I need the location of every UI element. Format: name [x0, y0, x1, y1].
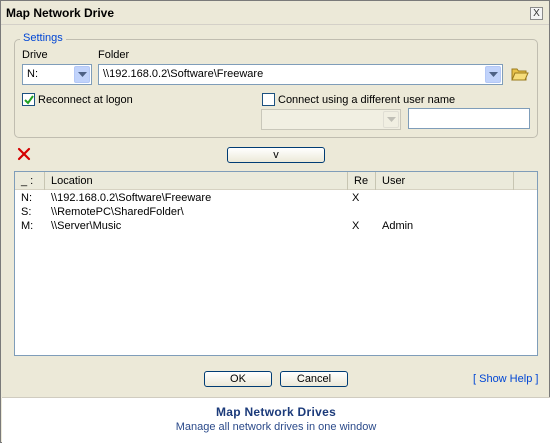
close-icon: X — [533, 8, 540, 19]
toggle-details-button[interactable]: v — [227, 147, 325, 163]
folder-combo[interactable]: \\192.168.0.2\Software\Freeware — [98, 64, 503, 85]
row-user: Admin — [382, 220, 414, 232]
map-network-drive-window: Map Network Drive X Settings Drive Folde… — [0, 0, 550, 443]
drive-select[interactable]: N: — [22, 64, 92, 85]
drive-label: Drive — [22, 49, 48, 61]
username-select[interactable] — [261, 109, 401, 130]
mappings-list[interactable]: _ : Location Re User N: \\192.168.0.2\So… — [14, 171, 538, 356]
table-row[interactable]: S: \\RemotePC\SharedFolder\ — [15, 206, 537, 220]
footer-title: Map Network Drives — [215, 405, 337, 419]
toggle-details-label: v — [273, 149, 279, 161]
folder-label: Folder — [98, 49, 130, 61]
different-user-checkbox[interactable] — [262, 93, 275, 106]
list-header: _ : Location Re User — [15, 172, 537, 190]
different-user-label[interactable]: Connect using a different user name — [278, 94, 455, 106]
row-location: \\RemotePC\SharedFolder\ — [51, 206, 184, 218]
table-row[interactable]: N: \\192.168.0.2\Software\Freeware X — [15, 192, 537, 206]
column-drive[interactable]: _ : — [15, 172, 45, 190]
browse-folder-icon[interactable] — [511, 66, 529, 82]
column-reconnect[interactable]: Re — [348, 172, 376, 190]
footer-subtitle: Manage all network drives in one window — [175, 421, 377, 433]
drive-select-value: N: — [27, 68, 38, 80]
chevron-down-icon — [383, 111, 399, 128]
row-reconnect: X — [352, 192, 360, 204]
cancel-button[interactable]: Cancel — [280, 371, 348, 387]
delete-mapping-icon[interactable] — [17, 147, 31, 161]
settings-legend: Settings — [20, 32, 66, 44]
close-button[interactable]: X — [530, 7, 543, 20]
table-row[interactable]: M: \\Server\Music X Admin — [15, 220, 537, 234]
checkmark-icon — [24, 95, 34, 105]
column-location[interactable]: Location — [45, 172, 348, 190]
reconnect-checkbox[interactable] — [22, 93, 35, 106]
reconnect-label[interactable]: Reconnect at logon — [38, 94, 133, 106]
show-help-link[interactable]: [ Show Help ] — [473, 373, 538, 385]
row-location: \\192.168.0.2\Software\Freeware — [51, 192, 212, 204]
cancel-button-label: Cancel — [296, 373, 332, 385]
column-filler — [514, 172, 537, 190]
row-drive: S: — [21, 206, 32, 218]
ok-button[interactable]: OK — [204, 371, 272, 387]
window-title: Map Network Drive — [6, 6, 115, 20]
footer-banner: Map Network Drives Manage all network dr… — [2, 397, 550, 443]
chevron-down-icon[interactable] — [485, 66, 501, 83]
row-drive: N: — [21, 192, 32, 204]
title-bar[interactable]: Map Network Drive X — [1, 1, 549, 25]
chevron-down-icon[interactable] — [74, 66, 90, 83]
row-reconnect: X — [352, 220, 360, 232]
row-drive: M: — [21, 220, 34, 232]
column-user[interactable]: User — [376, 172, 514, 190]
folder-combo-value: \\192.168.0.2\Software\Freeware — [103, 68, 264, 80]
ok-button-label: OK — [230, 373, 246, 385]
password-field[interactable] — [408, 108, 530, 129]
row-location: \\Server\Music — [51, 220, 122, 232]
